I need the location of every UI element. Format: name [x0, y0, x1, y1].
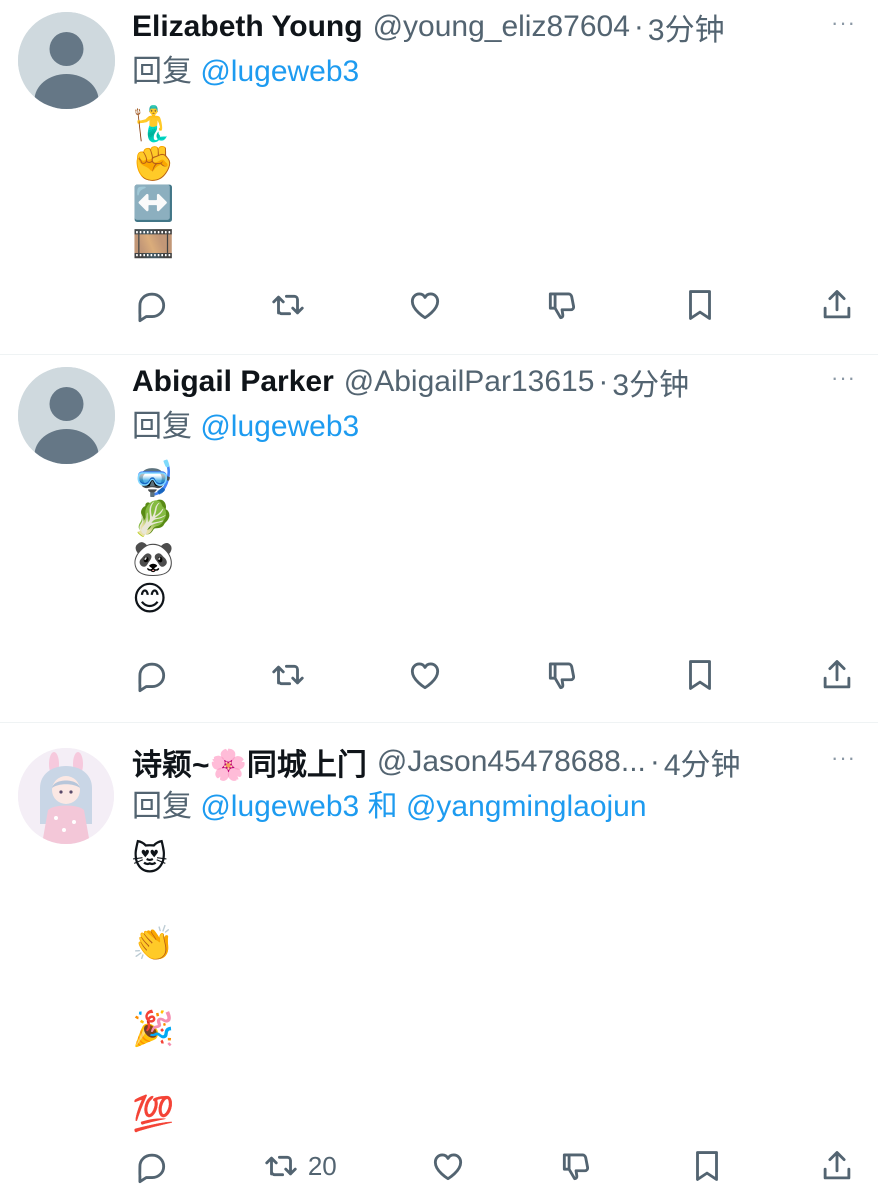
display-name[interactable]: Abigail Parker — [132, 365, 334, 399]
more-options-icon[interactable]: ··· — [831, 10, 856, 36]
timestamp[interactable]: 4分钟 — [664, 740, 741, 784]
reply-button[interactable] — [132, 656, 170, 694]
user-handle[interactable]: @Jason45478688... — [377, 745, 646, 779]
separator-dot: · — [649, 745, 660, 778]
tweet-body: 😻 👏 🎉 💯 — [132, 839, 878, 1179]
action-bar — [132, 286, 856, 324]
avatar[interactable] — [18, 367, 115, 464]
emoji: 🐼 — [132, 539, 175, 579]
retweet-button[interactable]: 20 — [262, 1147, 337, 1185]
share-icon — [823, 1151, 851, 1180]
conjunction: 和 — [367, 790, 398, 823]
retweet-button[interactable] — [269, 656, 307, 694]
dislike-button[interactable] — [544, 656, 582, 694]
bookmark-button[interactable] — [688, 1147, 726, 1185]
emoji: 🤿 — [132, 459, 175, 499]
more-options-icon[interactable]: ··· — [831, 745, 856, 771]
tweet-header: Abigail Parker @AbigailPar13615 · 3分钟 — [132, 360, 878, 404]
reply-prefix: 回复 — [132, 790, 192, 823]
bookmark-icon — [688, 660, 711, 690]
retweet-icon — [272, 294, 304, 316]
default-avatar-icon — [18, 367, 115, 464]
heart-icon — [411, 292, 440, 320]
emoji: 🎞️ — [132, 224, 175, 264]
thumbs-down-icon — [548, 662, 575, 690]
thumbs-down-icon — [548, 292, 575, 320]
bookmark-icon — [696, 1151, 719, 1181]
reply-button[interactable] — [132, 286, 170, 324]
retweet-count: 20 — [307, 1150, 337, 1181]
dislike-button[interactable] — [558, 1147, 596, 1185]
separator-dot: · — [633, 10, 644, 43]
like-button[interactable] — [429, 1147, 467, 1185]
like-button[interactable] — [406, 286, 444, 324]
anime-girl-avatar-icon — [18, 748, 114, 844]
share-button[interactable] — [818, 656, 856, 694]
tweet-body: 🤿 🥬 🐼 😊 — [132, 459, 878, 619]
retweet-button[interactable] — [269, 286, 307, 324]
default-avatar-icon — [18, 12, 115, 109]
avatar[interactable] — [18, 12, 115, 109]
tweet[interactable]: 诗颖~🌸同城上门 @Jason45478688... · 4分钟 回复 @lug… — [0, 723, 878, 1200]
replying-to: 回复 @lugeweb3 和 @yangminglaojun — [132, 787, 878, 827]
reply-icon — [138, 292, 166, 323]
user-handle[interactable]: @AbigailPar13615 — [344, 365, 595, 399]
emoji: 😻 — [132, 839, 168, 879]
share-button[interactable] — [818, 286, 856, 324]
emoji: 👏 — [132, 924, 175, 964]
timestamp[interactable]: 3分钟 — [648, 5, 725, 49]
mention-link[interactable]: @lugeweb3 — [200, 790, 359, 823]
share-icon — [823, 660, 851, 689]
separator-dot: · — [598, 365, 609, 398]
action-bar — [132, 656, 856, 694]
user-handle[interactable]: @young_eliz87604 — [373, 10, 630, 44]
mention-link[interactable]: @yangminglaojun — [406, 790, 647, 823]
timestamp[interactable]: 3分钟 — [612, 360, 689, 404]
bookmark-button[interactable] — [681, 656, 719, 694]
reply-icon — [138, 1153, 166, 1184]
emoji: 🧜‍♂️ — [132, 104, 175, 144]
tweet[interactable]: Abigail Parker @AbigailPar13615 · 3分钟 回复… — [0, 355, 878, 723]
tweet-body: 🧜‍♂️ ✊ ↔️ 🎞️ — [132, 104, 878, 264]
retweet-icon — [272, 664, 304, 686]
share-button[interactable] — [818, 1147, 856, 1185]
thumbs-down-icon — [563, 1153, 590, 1181]
replying-to: 回复 @lugeweb3 — [132, 407, 878, 447]
retweet-icon — [265, 1155, 297, 1177]
tweet-header: Elizabeth Young @young_eliz87604 · 3分钟 — [132, 5, 878, 49]
reply-button[interactable] — [132, 1147, 170, 1185]
emoji: 🎉 — [132, 1009, 175, 1049]
tweet[interactable]: Elizabeth Young @young_eliz87604 · 3分钟 回… — [0, 0, 878, 355]
replying-to: 回复 @lugeweb3 — [132, 52, 878, 92]
action-bar: 20 — [132, 1147, 856, 1185]
display-name[interactable]: 诗颖~🌸同城上门 — [132, 740, 367, 784]
emoji: ↔️ — [132, 184, 175, 224]
share-icon — [823, 290, 851, 319]
dislike-button[interactable] — [544, 286, 582, 324]
display-name[interactable]: Elizabeth Young — [132, 10, 363, 44]
reply-icon — [138, 662, 166, 693]
emoji: ✊ — [132, 144, 175, 184]
reply-prefix: 回复 — [132, 55, 192, 88]
bookmark-button[interactable] — [681, 286, 719, 324]
mention-link[interactable]: @lugeweb3 — [200, 55, 359, 88]
heart-icon — [433, 1153, 462, 1181]
bookmark-icon — [688, 290, 711, 320]
emoji: 🥬 — [132, 499, 175, 539]
like-button[interactable] — [406, 656, 444, 694]
heart-icon — [411, 662, 440, 690]
mention-link[interactable]: @lugeweb3 — [200, 410, 359, 443]
emoji: 😊 — [132, 579, 168, 619]
tweet-header: 诗颖~🌸同城上门 @Jason45478688... · 4分钟 — [132, 740, 878, 784]
more-options-icon[interactable]: ··· — [831, 365, 856, 391]
reply-prefix: 回复 — [132, 410, 192, 443]
avatar[interactable] — [18, 748, 114, 844]
